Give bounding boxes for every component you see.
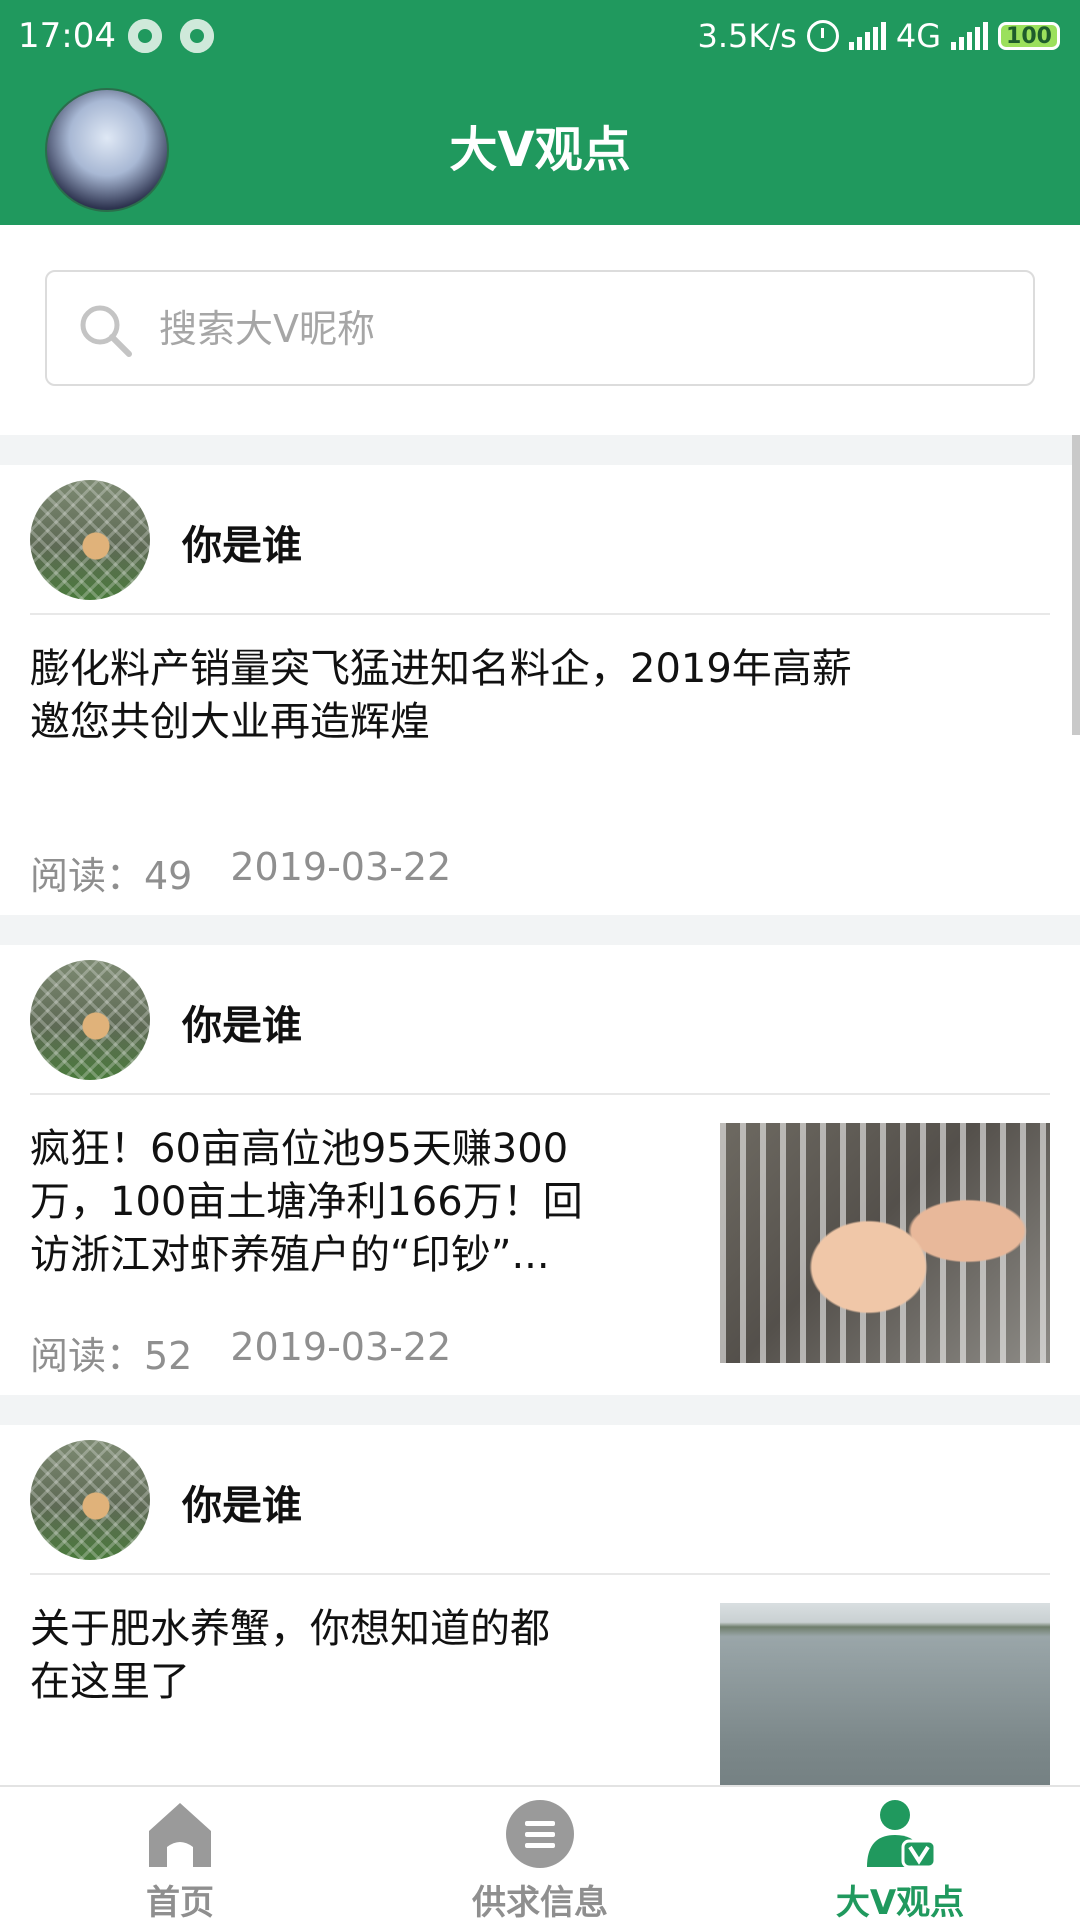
author-name: 你是谁 bbox=[182, 1483, 302, 1529]
article-meta: 阅读：49 2019-03-22 bbox=[30, 845, 451, 900]
card-header: 你是谁 bbox=[30, 1425, 1050, 1575]
article-thumbnail[interactable] bbox=[720, 1123, 1050, 1363]
bottom-nav: 首页 供求信息 大V观点 bbox=[0, 1785, 1080, 1920]
status-time: 17:04 bbox=[18, 16, 116, 56]
article-title-line: 疯狂！60亩高位池95天赚300 bbox=[30, 1126, 569, 1172]
article-title-line: 邀您共创大业再造辉煌 bbox=[30, 699, 430, 745]
alarm-icon bbox=[806, 20, 839, 52]
notification-dot-icon bbox=[128, 19, 162, 53]
search-icon bbox=[80, 305, 132, 357]
nav-label: 大V观点 bbox=[835, 1883, 965, 1920]
home-icon bbox=[149, 1803, 211, 1867]
article-meta: 阅读：52 2019-03-22 bbox=[30, 1325, 451, 1380]
user-v-icon bbox=[867, 1800, 937, 1869]
app-screen: 17:04 3.5K/s 4G 100 大V观点 搜索大V昵称 你是谁 膨化料产… bbox=[0, 0, 1080, 1920]
signal-icon bbox=[848, 22, 886, 50]
publish-date: 2019-03-22 bbox=[230, 845, 452, 889]
article-title-line: 膨化料产销量突飞猛进知名料企，2019年高薪 bbox=[30, 646, 852, 692]
status-bar: 17:04 3.5K/s 4G 100 bbox=[0, 0, 1080, 74]
publish-date: 2019-03-22 bbox=[230, 1325, 452, 1369]
article-card[interactable]: 你是谁 膨化料产销量突飞猛进知名料企，2019年高薪 邀您共创大业再造辉煌 阅读… bbox=[0, 465, 1080, 915]
network-type: 4G bbox=[895, 17, 941, 55]
article-title[interactable]: 关于肥水养蟹，你想知道的都 在这里了 bbox=[30, 1603, 690, 1709]
card-header: 你是谁 bbox=[30, 465, 1050, 615]
nav-label: 供求信息 bbox=[472, 1883, 608, 1920]
article-thumbnail[interactable] bbox=[720, 1603, 1050, 1785]
author-name: 你是谁 bbox=[182, 523, 302, 569]
author-avatar[interactable] bbox=[30, 480, 150, 600]
search-box[interactable] bbox=[45, 270, 1035, 386]
article-card[interactable]: 你是谁 疯狂！60亩高位池95天赚300 万，100亩土塘净利166万！回 访浙… bbox=[0, 945, 1080, 1395]
read-count: 阅读：49 bbox=[30, 854, 193, 898]
article-title-line: 关于肥水养蟹，你想知道的都 bbox=[30, 1606, 550, 1652]
article-feed: 你是谁 膨化料产销量突飞猛进知名料企，2019年高薪 邀您共创大业再造辉煌 阅读… bbox=[0, 435, 1080, 1785]
status-indicators: 3.5K/s 4G 100 bbox=[698, 16, 1060, 56]
nav-item-supply-demand[interactable]: 供求信息 bbox=[360, 1787, 720, 1920]
network-speed: 3.5K/s bbox=[697, 17, 797, 55]
article-title-line: 万，100亩土塘净利166万！回 bbox=[30, 1179, 583, 1225]
article-title-line: 在这里了 bbox=[30, 1659, 190, 1705]
nav-item-influencer-views[interactable]: 大V观点 bbox=[720, 1787, 1080, 1920]
article-title-line: 访浙江对虾养殖户的“印钞”... bbox=[30, 1232, 550, 1278]
app-header: 17:04 3.5K/s 4G 100 大V观点 bbox=[0, 0, 1080, 225]
article-title[interactable]: 疯狂！60亩高位池95天赚300 万，100亩土塘净利166万！回 访浙江对虾养… bbox=[30, 1123, 690, 1282]
nav-label: 首页 bbox=[146, 1883, 214, 1920]
battery-level: 100 bbox=[1006, 23, 1052, 49]
article-card[interactable]: 你是谁 关于肥水养蟹，你想知道的都 在这里了 bbox=[0, 1425, 1080, 1785]
notification-dot-icon bbox=[180, 19, 214, 53]
author-avatar[interactable] bbox=[30, 1440, 150, 1560]
card-header: 你是谁 bbox=[30, 945, 1050, 1095]
search-input[interactable] bbox=[157, 296, 1021, 362]
search-area bbox=[0, 225, 1080, 435]
battery-icon: 100 bbox=[998, 22, 1060, 50]
nav-item-home[interactable]: 首页 bbox=[0, 1787, 360, 1920]
read-count: 阅读：52 bbox=[30, 1334, 193, 1378]
signal-icon bbox=[951, 22, 988, 50]
author-name: 你是谁 bbox=[182, 1003, 302, 1049]
page-title: 大V观点 bbox=[449, 122, 631, 178]
author-avatar[interactable] bbox=[30, 960, 150, 1080]
article-title[interactable]: 膨化料产销量突飞猛进知名料企，2019年高薪 邀您共创大业再造辉煌 bbox=[30, 643, 1050, 749]
message-icon bbox=[506, 1800, 574, 1868]
scrollbar[interactable] bbox=[1072, 435, 1080, 735]
